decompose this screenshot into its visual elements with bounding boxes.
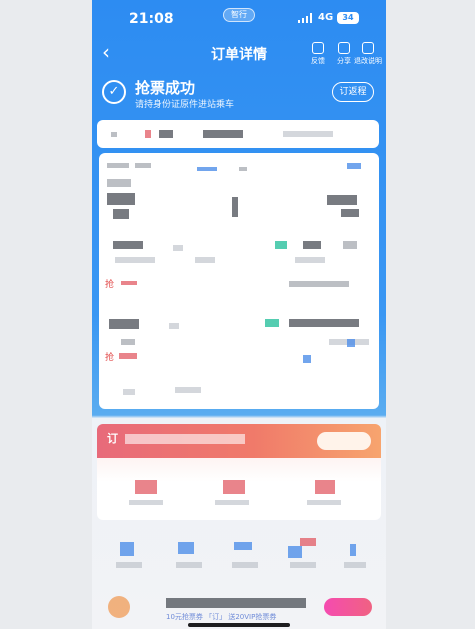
signal-icon (298, 13, 314, 23)
promo-band: 订 (97, 424, 381, 458)
page-title: 订单详情 (211, 47, 267, 63)
feedback-label: 反馈 (311, 57, 325, 65)
success-subtitle: 请持身份证原件进站乘车 (135, 100, 235, 110)
redacted-text (113, 241, 143, 249)
redacted-text (145, 130, 151, 138)
redacted-text (166, 598, 306, 608)
coupon-value (315, 480, 335, 494)
promo-band-text: 订 (107, 432, 118, 445)
redacted-text (121, 281, 137, 285)
share-icon (338, 42, 350, 54)
departure-time (107, 193, 135, 205)
redacted-text (111, 132, 117, 137)
train-number (232, 197, 238, 217)
return-trip-button[interactable]: 订返程 (332, 82, 374, 102)
redacted-text (197, 167, 217, 171)
feedback-icon (312, 42, 324, 54)
service-icon-row (92, 532, 386, 582)
vip-promo-bar[interactable]: 10元抢票券 「订」 送20VIP抢票券 (104, 592, 374, 622)
vip-promo-text: 10元抢票券 「订」 送20VIP抢票券 (166, 613, 277, 621)
redacted-text (289, 319, 359, 327)
redacted-text (107, 163, 129, 168)
promo-card[interactable]: 订 (97, 424, 381, 520)
redacted-text (176, 562, 202, 568)
battery-icon: 34 (337, 12, 359, 24)
redacted-text (173, 245, 183, 251)
departure-time (113, 209, 129, 219)
redacted-text (303, 355, 311, 363)
redacted-text (265, 319, 279, 327)
network-type: 4G (318, 12, 334, 23)
left-background (0, 0, 92, 629)
nav-bar: ‹ 订单详情 反馈 分享 退改说明 (92, 38, 386, 72)
redacted-text (109, 319, 139, 329)
redacted-text (125, 434, 245, 444)
redacted-text (239, 167, 247, 171)
app-indicator-pill: 智行 (223, 8, 255, 22)
vip-action-button[interactable] (324, 598, 372, 616)
success-title: 抢票成功 (135, 79, 196, 97)
refund-info-label: 退改说明 (354, 57, 382, 65)
redacted-text (129, 500, 163, 505)
redacted-text (119, 353, 137, 359)
notice-card[interactable] (97, 120, 379, 148)
redacted-text (347, 163, 361, 169)
success-banner: ✓ 抢票成功 请持身份证原件进站乘车 订返程 (92, 76, 386, 116)
status-bar: 21:08 智行 4G 34 (92, 0, 386, 36)
redacted-text (307, 500, 341, 505)
redacted-text (107, 179, 131, 187)
redacted-text (123, 389, 135, 395)
redacted-text (175, 387, 201, 393)
right-background (386, 0, 475, 629)
redacted-text (232, 562, 258, 568)
refund-info-icon (362, 42, 374, 54)
ticket-card: 抢 抢 (99, 153, 379, 409)
redacted-text (169, 323, 179, 329)
redacted-text (121, 339, 135, 345)
redacted-text (289, 281, 349, 287)
service-icon (120, 542, 134, 556)
vip-icon (108, 596, 130, 618)
service-item[interactable] (226, 532, 266, 580)
redacted-text (283, 131, 333, 137)
grab-label: 抢 (105, 280, 115, 290)
coupon-value (135, 480, 157, 494)
redacted-text (159, 130, 173, 138)
redacted-text (290, 562, 316, 568)
service-item[interactable] (336, 532, 376, 580)
redacted-text (275, 241, 287, 249)
service-item[interactable] (110, 532, 150, 580)
service-badge (300, 538, 316, 546)
service-icon (234, 542, 252, 550)
redacted-text (215, 500, 249, 505)
arrival-time (341, 209, 359, 217)
redacted-text (195, 257, 215, 263)
back-icon[interactable]: ‹ (102, 42, 110, 62)
redacted-text (344, 562, 366, 568)
phone-screen: 21:08 智行 4G 34 ‹ 订单详情 反馈 分享 退改说明 ✓ 抢票成功 … (92, 0, 386, 629)
service-icon (288, 546, 302, 558)
grab-label: 抢 (105, 353, 115, 363)
redacted-text (347, 339, 355, 347)
redacted-text (343, 241, 357, 249)
check-circle-icon: ✓ (102, 80, 126, 104)
redacted-text (203, 130, 243, 138)
redacted-text (115, 257, 155, 263)
feedback-button[interactable]: 反馈 (304, 42, 332, 66)
refund-info-button[interactable]: 退改说明 (354, 42, 382, 66)
service-icon (178, 542, 194, 554)
redacted-text (135, 163, 151, 168)
service-item[interactable] (170, 532, 210, 580)
redacted-text (303, 241, 321, 249)
coupon-value (223, 480, 245, 494)
redacted-text (116, 562, 142, 568)
redacted-text (295, 257, 325, 263)
promo-chip[interactable] (317, 432, 371, 450)
service-item[interactable] (284, 532, 324, 580)
arrival-time (327, 195, 357, 205)
home-indicator (188, 623, 290, 627)
status-time: 21:08 (129, 11, 174, 27)
service-icon (350, 544, 356, 556)
